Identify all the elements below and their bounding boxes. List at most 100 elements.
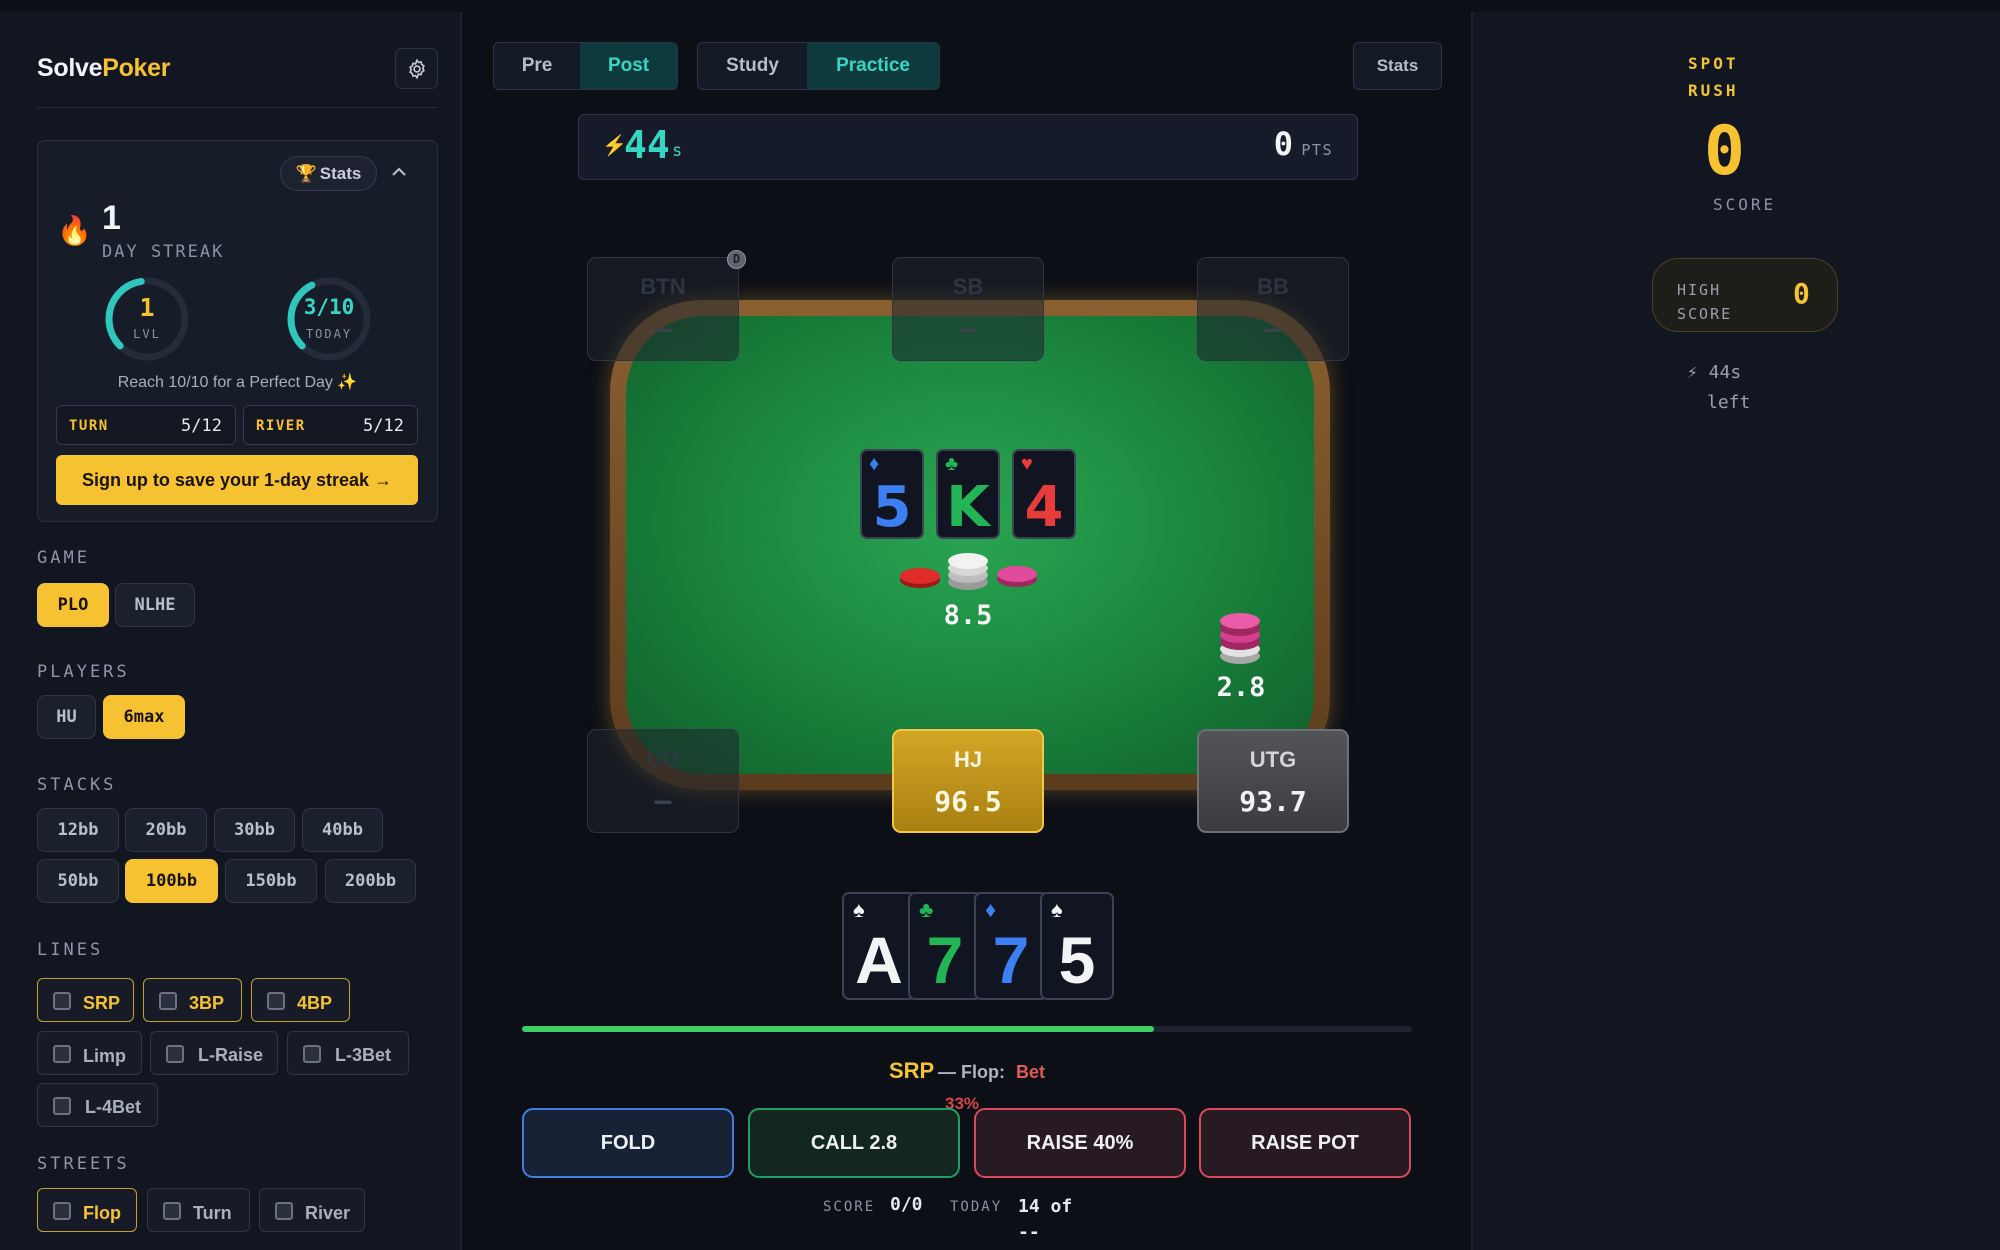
game-heading: GAME (37, 548, 90, 568)
stack-option-50bb[interactable]: 50bb (37, 859, 119, 903)
stack-option-100bb[interactable]: 100bb (125, 859, 218, 903)
fold-button[interactable]: FOLD (522, 1108, 734, 1178)
raise-40-button[interactable]: RAISE 40% (974, 1108, 1186, 1178)
line-option-4bp[interactable]: 4BP (251, 978, 350, 1022)
seat-co: CO — (587, 729, 739, 833)
hand-progress-fill (522, 1026, 1154, 1032)
game-option-nlhe[interactable]: NLHE (115, 583, 195, 627)
river-progress: RIVER 5/12 (243, 405, 418, 445)
stack-option-200bb[interactable]: 200bb (325, 859, 416, 903)
street-label: Flop (83, 1203, 121, 1223)
street-option-turn[interactable]: Turn (147, 1188, 250, 1232)
level-label: LVL (133, 327, 161, 341)
high-score-label-line2: SCORE (1677, 305, 1733, 323)
card-suit: ♠ (853, 897, 865, 922)
stacks-heading: STACKS (37, 775, 117, 795)
streets-heading: STREETS (37, 1154, 130, 1174)
timer-bar: ⚡ 44 s 0 PTS (578, 114, 1358, 180)
raise-pot-button[interactable]: RAISE POT (1199, 1108, 1411, 1178)
line-option-l-4bet[interactable]: L-4Bet (37, 1083, 158, 1127)
spot-rush-title: SPOT RUSH (1688, 50, 1739, 104)
line-label: 3BP (189, 993, 225, 1013)
seat-stack: 93.7 (1239, 785, 1307, 818)
high-score-value: 0 (1793, 277, 1810, 310)
river-label: RIVER (256, 418, 306, 434)
flame-icon: 🔥 (57, 215, 92, 246)
street-option-river[interactable]: River (259, 1188, 365, 1232)
line-option-3bp[interactable]: 3BP (143, 978, 242, 1022)
checkbox[interactable] (159, 992, 177, 1010)
gear-icon (408, 58, 425, 79)
streak-days-label: DAY STREAK (102, 242, 225, 262)
brand-logo: SolvePoker (37, 54, 170, 83)
spot-action: Bet (1016, 1062, 1046, 1082)
checkbox[interactable] (53, 1202, 71, 1220)
seat-stack: — (1264, 312, 1282, 345)
spot-line-type: SRP (889, 1058, 935, 1083)
tab-post[interactable]: Post (580, 43, 677, 89)
pot-chips-icon (900, 553, 1037, 590)
chevron-up-icon[interactable] (390, 163, 408, 181)
time-left: ⚡ 44s left (1687, 358, 1750, 418)
stack-option-12bb[interactable]: 12bb (37, 808, 119, 852)
seat-btn: BTN — (587, 257, 739, 361)
brand-part1: Solve (37, 54, 103, 82)
card-rank: 7 (926, 923, 964, 997)
level-ring: 1 LVL (101, 273, 193, 365)
street-label: Turn (193, 1203, 232, 1223)
seat-stack: 96.5 (934, 785, 1002, 818)
checkbox[interactable] (53, 1097, 71, 1115)
checkbox[interactable] (275, 1202, 293, 1220)
seat-stack: — (654, 784, 672, 817)
view-tabs: Study Practice (697, 42, 940, 90)
tab-study[interactable]: Study (698, 43, 807, 89)
signup-button[interactable]: Sign up to save your 1-day streak → (56, 455, 418, 505)
brand-part2: Poker (102, 54, 171, 82)
hero-card: ♣ 7 (908, 892, 982, 1000)
street-option-flop[interactable]: Flop (37, 1188, 137, 1232)
seat-position: UTG (1249, 747, 1297, 772)
tab-pre[interactable]: Pre (494, 43, 580, 89)
points-value: 0 (1273, 125, 1293, 163)
players-option-hu[interactable]: HU (37, 695, 96, 739)
time-left-line1: ⚡ 44s (1687, 362, 1742, 383)
dealer-button: D (727, 250, 746, 269)
checkbox[interactable] (267, 992, 285, 1010)
spot-rush-title-line2: RUSH (1688, 81, 1739, 100)
settings-button[interactable] (395, 48, 438, 89)
timer-seconds: 44 (624, 123, 670, 167)
high-score-label: HIGH SCORE (1677, 278, 1732, 326)
level-value: 1 (139, 293, 155, 322)
tab-practice[interactable]: Practice (807, 43, 939, 89)
hero-card: ♠ A (842, 892, 916, 1000)
line-label: L-4Bet (85, 1097, 142, 1117)
line-option-srp[interactable]: SRP (37, 978, 134, 1022)
players-option-6max[interactable]: 6max (103, 695, 185, 739)
card-suit: ♥ (1021, 453, 1033, 475)
card-suit: ♦ (985, 897, 997, 922)
checkbox[interactable] (163, 1202, 181, 1220)
card-rank: A (855, 923, 903, 997)
hand-progress-track (522, 1026, 1412, 1032)
turn-label: TURN (69, 418, 109, 434)
bet-chips-icon (1220, 613, 1260, 664)
card-rank: K (946, 475, 990, 540)
seat-utg: UTG 93.7 (1197, 729, 1349, 833)
utg-bet-amount: 2.8 (1216, 672, 1266, 703)
streak-days: 1 (102, 199, 121, 237)
card-suit: ♣ (945, 453, 959, 475)
stack-option-150bb[interactable]: 150bb (225, 859, 317, 903)
seat-sb: SB — (892, 257, 1044, 361)
call-button[interactable]: CALL 2.8 (748, 1108, 960, 1178)
card-rank: 5 (1058, 923, 1096, 997)
stack-option-30bb[interactable]: 30bb (214, 808, 295, 852)
stack-option-40bb[interactable]: 40bb (302, 808, 383, 852)
game-option-plo[interactable]: PLO (37, 583, 109, 627)
stack-option-20bb[interactable]: 20bb (125, 808, 207, 852)
streak-stats-label: Stats (319, 163, 362, 183)
streak-stats-button[interactable]: 🏆 Stats (280, 156, 377, 191)
checkbox[interactable] (53, 992, 71, 1010)
stats-button[interactable]: Stats (1353, 42, 1442, 90)
footer-today-label: TODAY (950, 1199, 1003, 1215)
streak-card: 🏆 Stats 🔥 1 DAY STREAK 1 LVL 3/10 TODAY R… (37, 140, 438, 522)
